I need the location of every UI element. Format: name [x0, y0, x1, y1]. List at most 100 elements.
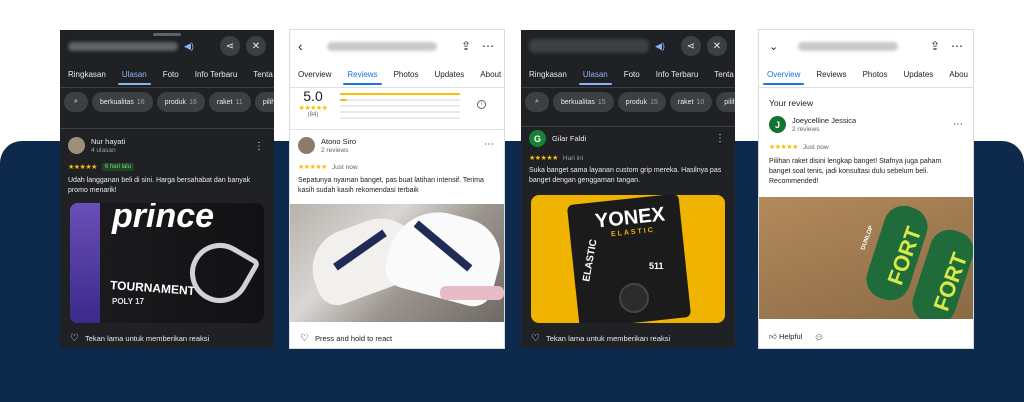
helpful-button[interactable]: 👍︎ Helpful: [769, 332, 802, 342]
chevron-down-icon[interactable]: ⌄: [769, 40, 778, 53]
review-time: Just now: [802, 143, 829, 151]
tab-reviews[interactable]: Reviews: [808, 66, 854, 87]
chip-pilihan[interactable]: piliha: [716, 92, 735, 112]
more-options-icon[interactable]: ⋯: [484, 140, 494, 150]
rating-bar: [340, 93, 460, 95]
chip-berkualitas[interactable]: berkualitas 15: [553, 92, 614, 112]
product-brand-text: prince: [112, 203, 215, 235]
chip-berkualitas[interactable]: berkualitas 16: [92, 92, 153, 112]
more-options-icon[interactable]: ⋯: [478, 36, 498, 56]
tab-foto[interactable]: Foto: [616, 66, 648, 87]
chip-pilihan[interactable]: piliha: [254, 92, 274, 112]
speaker-icon[interactable]: ◀): [655, 41, 665, 52]
back-icon[interactable]: ‹: [298, 38, 303, 54]
react-hint[interactable]: ♡ Tekan lama untuk memberikan reaksi: [70, 333, 209, 344]
tab-overview[interactable]: Overview: [290, 66, 339, 87]
chip-produk[interactable]: produk 15: [617, 92, 666, 112]
more-options-icon[interactable]: ⋮: [254, 142, 264, 152]
review-photo[interactable]: FORT FORT DUNLOP: [759, 197, 973, 319]
search-icon[interactable]: ⌕: [525, 92, 549, 112]
react-hint[interactable]: ♡ Tekan lama untuk memberikan reaksi: [531, 333, 670, 344]
tab-updates[interactable]: Updates: [895, 66, 941, 87]
share-icon[interactable]: ⇪: [456, 36, 476, 56]
reviewer-name[interactable]: Nur hayati: [91, 137, 125, 146]
avatar[interactable]: [68, 137, 85, 154]
tab-tentang[interactable]: Tenta: [245, 66, 274, 87]
comment-icon[interactable]: 💬︎: [814, 333, 824, 342]
more-options-icon[interactable]: ⋯: [953, 120, 963, 130]
chip-count: 16: [136, 98, 145, 106]
speaker-icon[interactable]: ◀): [184, 41, 194, 52]
rating-summary: 5.0 ★★★★★ (84): [298, 88, 328, 118]
tab-photos[interactable]: Photos: [386, 66, 427, 87]
heart-icon[interactable]: ♡: [300, 333, 309, 344]
tab-about[interactable]: Abou: [941, 66, 973, 87]
share-icon[interactable]: ⋖: [220, 36, 240, 56]
reviewer-header[interactable]: Atono Siro 2 reviews: [298, 137, 356, 154]
heart-icon[interactable]: ♡: [531, 333, 540, 344]
chip-label: raket: [677, 98, 694, 106]
marketing-stage: ◀) ⋖ ✕ Ringkasan Ulasan Foto Info Terbar…: [0, 0, 1024, 402]
review-text: Pilihan raket disini lengkap banget! Sta…: [769, 158, 942, 185]
reviewer-name[interactable]: Gilar Faldi: [552, 134, 586, 143]
reviewer-name[interactable]: Atono Siro: [321, 137, 356, 146]
more-options-icon[interactable]: ⋮: [715, 134, 725, 144]
review-screen-3: ◀) ⋖ ✕ Ringkasan Ulasan Foto Info Terbar…: [521, 30, 735, 348]
tab-overview[interactable]: Overview: [759, 66, 808, 87]
review-photo[interactable]: YONEX ELASTIC ELASTIC 511: [531, 195, 725, 323]
review-text: Sepatunya nyaman banget, pas buat latiha…: [298, 177, 484, 194]
review-screen-1: ◀) ⋖ ✕ Ringkasan Ulasan Foto Info Terbar…: [60, 30, 274, 348]
chip-raket[interactable]: raket 10: [669, 92, 713, 112]
close-icon[interactable]: ✕: [246, 36, 266, 56]
chip-count: 15: [650, 98, 658, 106]
tab-tentang[interactable]: Tenta: [706, 66, 735, 87]
review-photo[interactable]: [290, 204, 504, 322]
blurred-place-title: [68, 41, 178, 51]
share-icon[interactable]: ⋖: [681, 36, 701, 56]
tab-ringkasan[interactable]: Ringkasan: [60, 66, 114, 87]
share-icon[interactable]: ⇪: [925, 36, 945, 56]
tab-info-terbaru[interactable]: Info Terbaru: [648, 66, 707, 87]
chip-produk[interactable]: produk 16: [156, 92, 205, 112]
review-screen-2: ‹ ⇪ ⋯ Overview Reviews Photos Updates Ab…: [290, 30, 504, 348]
tab-updates[interactable]: Updates: [426, 66, 472, 87]
reviewer-name[interactable]: Joeycelline Jessica: [792, 116, 856, 125]
heart-icon[interactable]: ♡: [70, 333, 79, 344]
avatar[interactable]: J: [769, 116, 786, 133]
rating-bar: [340, 117, 460, 119]
chip-label: produk: [164, 98, 187, 106]
tab-ulasan[interactable]: Ulasan: [575, 66, 616, 87]
chip-count: 16: [189, 98, 197, 106]
review-photo[interactable]: prince TOURNAMENT POLY 17: [70, 203, 264, 323]
review-time: Just now: [331, 163, 358, 171]
tab-photos[interactable]: Photos: [855, 66, 896, 87]
thumbs-up-icon: 👍︎: [769, 332, 777, 341]
reviewer-header[interactable]: Nur hayati 4 ulasan: [68, 137, 125, 154]
tab-bar: Ringkasan Ulasan Foto Info Terbaru Tenta: [60, 66, 274, 88]
tab-reviews[interactable]: Reviews: [339, 66, 385, 87]
rating-bar-fill: [340, 99, 348, 101]
info-icon[interactable]: i: [477, 100, 486, 109]
rating-bar: [340, 99, 460, 101]
chip-label: berkualitas: [100, 98, 134, 106]
tab-ringkasan[interactable]: Ringkasan: [521, 66, 575, 87]
tab-about[interactable]: About: [472, 66, 504, 87]
more-options-icon[interactable]: ⋯: [947, 36, 967, 56]
react-hint[interactable]: ♡ Press and hold to react: [300, 333, 392, 344]
avatar[interactable]: [298, 137, 315, 154]
chip-count: 10: [696, 98, 705, 106]
close-icon[interactable]: ✕: [707, 36, 727, 56]
search-icon[interactable]: ⌕: [64, 92, 88, 112]
tab-info-terbaru[interactable]: Info Terbaru: [187, 66, 246, 87]
reviewer-header[interactable]: G Gilar Faldi: [529, 130, 586, 147]
review-screen-4: ⌄ ⇪ ⋯ Overview Reviews Photos Updates Ab…: [759, 30, 973, 348]
avatar[interactable]: G: [529, 130, 546, 147]
top-bar: ◀) ⋖ ✕: [521, 30, 735, 62]
chip-raket[interactable]: raket 11: [208, 92, 251, 112]
product-sub-text: POLY 17: [112, 297, 145, 306]
rating-row: ★★★★★ 6 hari lalu: [68, 163, 134, 171]
divider: [60, 128, 274, 129]
reviewer-header[interactable]: J Joeycelline Jessica 2 reviews: [769, 116, 856, 133]
tab-foto[interactable]: Foto: [155, 66, 187, 87]
tab-ulasan[interactable]: Ulasan: [114, 66, 155, 87]
